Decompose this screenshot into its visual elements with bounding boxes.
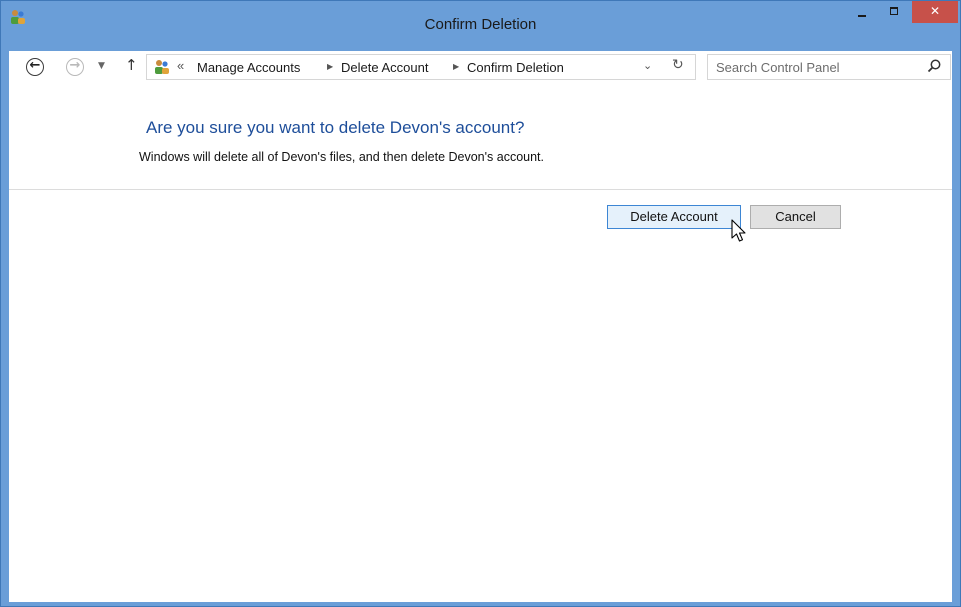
breadcrumb-confirm-deletion[interactable]: Confirm Deletion bbox=[467, 60, 564, 75]
up-arrow-icon: ↑ bbox=[125, 56, 138, 74]
refresh-icon[interactable]: ↻ bbox=[672, 57, 684, 73]
title-bar[interactable]: Confirm Deletion bbox=[1, 1, 960, 51]
search-input[interactable] bbox=[716, 58, 916, 76]
search-icon[interactable] bbox=[926, 58, 942, 74]
maximize-button[interactable] bbox=[881, 1, 908, 23]
up-button[interactable]: ↑ bbox=[125, 56, 138, 74]
back-button[interactable]: ← bbox=[26, 58, 44, 76]
chevron-down-icon: ▼ bbox=[98, 61, 105, 71]
mouse-pointer-icon bbox=[731, 219, 746, 242]
breadcrumb-separator[interactable]: ▶ bbox=[327, 62, 333, 71]
delete-account-button[interactable]: Delete Account bbox=[607, 205, 741, 229]
breadcrumb-delete-account[interactable]: Delete Account bbox=[341, 60, 428, 75]
cancel-button[interactable]: Cancel bbox=[750, 205, 841, 229]
recent-locations-button[interactable]: ▼ bbox=[98, 61, 105, 71]
forward-arrow-icon: → bbox=[69, 58, 81, 73]
address-bar[interactable]: « Manage Accounts ▶ Delete Account ▶ Con… bbox=[146, 54, 696, 80]
users-location-icon bbox=[155, 60, 169, 74]
page-heading: Are you sure you want to delete Devon's … bbox=[146, 118, 525, 137]
window-title: Confirm Deletion bbox=[424, 16, 537, 33]
app-window: Confirm Deletion ← → ▼ ↑ « Manage Accoun… bbox=[0, 0, 961, 607]
breadcrumb-manage-accounts[interactable]: Manage Accounts bbox=[197, 60, 300, 75]
search-box[interactable] bbox=[707, 54, 951, 80]
breadcrumb-separator[interactable]: ▶ bbox=[453, 62, 459, 71]
close-button[interactable] bbox=[912, 1, 958, 23]
divider bbox=[9, 189, 952, 190]
minimize-button[interactable] bbox=[849, 1, 876, 23]
page-description: Windows will delete all of Devon's files… bbox=[139, 150, 544, 164]
breadcrumb-overflow[interactable]: « bbox=[177, 58, 184, 73]
forward-button[interactable]: → bbox=[66, 58, 84, 76]
back-arrow-icon: ← bbox=[29, 58, 41, 73]
address-dropdown-icon[interactable]: ⌄ bbox=[643, 59, 652, 72]
